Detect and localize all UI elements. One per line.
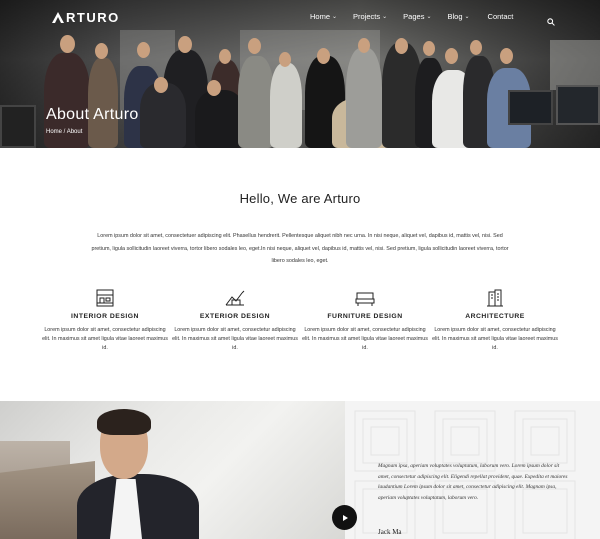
breadcrumb-home[interactable]: Home [46,129,62,135]
service-interior-design: INTERIOR DESIGN Lorem ipsum dolor sit am… [40,289,170,353]
service-text: Lorem ipsum dolor sit amet, consectetur … [432,327,558,351]
nav-item-pages[interactable]: Pages ⌄ [403,12,431,21]
brand-logo[interactable]: RTURO [52,10,120,25]
chevron-down-icon: ⌄ [464,14,470,20]
nav-label: Pages [403,12,425,21]
main-nav: RTURO Home ⌄ Projects ⌄ Pages ⌄ Blog ⌄ C… [0,0,600,34]
service-text: Lorem ipsum dolor sit amet, consectetur … [302,327,428,351]
hero-banner: RTURO Home ⌄ Projects ⌄ Pages ⌄ Blog ⌄ C… [0,0,600,148]
nav-item-blog[interactable]: Blog ⌄ [447,12,469,21]
nav-label: Home [310,12,331,21]
chevron-down-icon: ⌄ [382,14,388,20]
nav-item-projects[interactable]: Projects ⌄ [353,12,387,21]
logo-mark-icon [52,12,64,23]
nav-menu: Home ⌄ Projects ⌄ Pages ⌄ Blog ⌄ Contact [310,12,513,21]
logo-text: RTURO [66,10,120,25]
search-icon [547,18,555,26]
page-title: About Arturo [46,106,139,123]
testimonial-section: Magnam ipsa, aperiam voluptates voluptat… [0,401,600,539]
architecture-icon [487,289,503,307]
service-title: FURNITURE DESIGN [327,313,403,320]
about-lead: Lorem ipsum dolor sit amet, consectetuer… [91,233,509,264]
furniture-design-icon [355,292,375,306]
breadcrumb-current: About [66,129,83,135]
monitor [556,85,600,125]
service-title: EXTERIOR DESIGN [199,313,271,320]
nav-item-home[interactable]: Home ⌄ [310,12,337,21]
nav-label: Projects [353,12,381,21]
nav-label: Blog [447,12,463,21]
testimonial-panel: Magnam ipsa, aperiam voluptates voluptat… [345,401,600,539]
chevron-down-icon: ⌄ [332,14,338,20]
search-button[interactable] [547,13,555,31]
service-title: INTERIOR DESIGN [71,313,139,320]
monitor [508,90,553,125]
service-furniture-design: FURNITURE DESIGN Lorem ipsum dolor sit a… [300,289,430,353]
interior-design-icon [96,289,114,307]
service-architecture: ARCHITECTURE Lorem ipsum dolor sit amet,… [430,289,560,353]
founder-photo [0,401,345,539]
service-text: Lorem ipsum dolor sit amet, consectetur … [42,327,168,351]
nav-item-contact[interactable]: Contact [488,12,514,21]
monitor [0,105,36,148]
man-hair [97,409,151,435]
play-icon [342,514,348,521]
breadcrumb: Home / About [46,129,82,135]
nav-label: Contact [487,12,514,21]
service-exterior-design: EXTERIOR DESIGN Lorem ipsum dolor sit am… [170,289,300,353]
testimonial-quote: Magnam ipsa, aperiam voluptates voluptat… [378,463,568,501]
service-title: ARCHITECTURE [465,313,525,320]
play-video-button[interactable] [332,505,357,530]
exterior-design-icon [225,290,245,306]
about-section: Hello, We are Arturo Lorem ipsum dolor s… [0,148,600,401]
testimonial-author: Jack Ma [378,528,402,536]
wall-drawings [550,40,600,90]
about-heading: Hello, We are Arturo [239,191,361,206]
chevron-down-icon: ⌄ [426,14,432,20]
service-text: Lorem ipsum dolor sit amet, consectetur … [172,327,298,351]
